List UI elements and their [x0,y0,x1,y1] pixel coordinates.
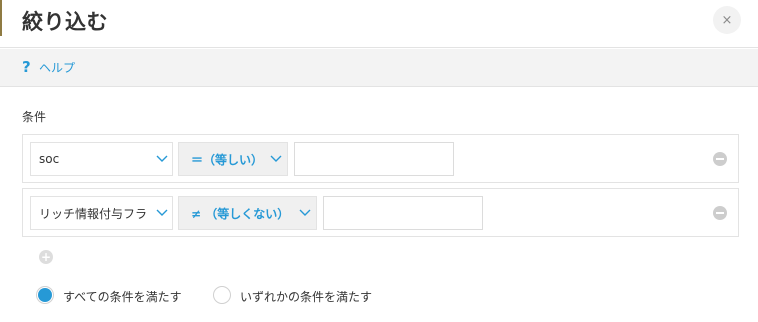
value-input[interactable] [294,142,454,176]
question-icon[interactable]: ? [22,58,31,76]
operator-select[interactable]: ＝（等しい） [178,142,288,176]
condition-row: リッチ情報付与フラ ≠ （等しくない） [22,188,739,237]
field-select-value: リッチ情報付与フラ [39,206,148,221]
close-icon: × [721,12,733,28]
chevron-down-icon [270,155,282,162]
operator-select-value: ≠ （等しくない） [191,206,290,221]
condition-row: soc ＝（等しい） [22,134,739,183]
close-button[interactable]: × [713,6,741,34]
dialog-title: 絞り込む [22,10,108,34]
operator-select-value: ＝（等しい） [191,152,264,167]
help-link[interactable]: ヘルプ [39,59,75,76]
minus-circle-icon [716,158,724,160]
remove-condition-button[interactable] [713,152,727,166]
match-any-label[interactable]: いずれかの条件を満たす [240,288,372,305]
dialog-header: 絞り込む × [0,0,758,48]
remove-condition-button[interactable] [713,206,727,220]
minus-circle-icon [716,212,724,214]
conditions-label: 条件 [22,110,47,124]
field-select[interactable]: soc [30,142,173,176]
value-input[interactable] [323,196,483,230]
chevron-down-icon [156,209,168,216]
chevron-down-icon [299,209,311,216]
radio-selected-dot [38,288,52,302]
add-condition-button[interactable]: + [39,250,53,264]
match-any-radio[interactable] [213,286,231,304]
match-all-label[interactable]: すべての条件を満たす [63,288,182,305]
plus-circle-icon: + [40,250,52,264]
field-select[interactable]: リッチ情報付与フラ [30,196,173,230]
operator-select[interactable]: ≠ （等しくない） [178,196,317,230]
filter-dialog: 絞り込む × ? ヘルプ 条件 soc ＝（等しい） リッチ情報付与フラ ≠ （… [0,0,758,322]
match-all-radio[interactable] [36,286,54,304]
chevron-down-icon [156,155,168,162]
field-select-value: soc [39,152,60,166]
help-bar: ? ヘルプ [0,49,758,87]
